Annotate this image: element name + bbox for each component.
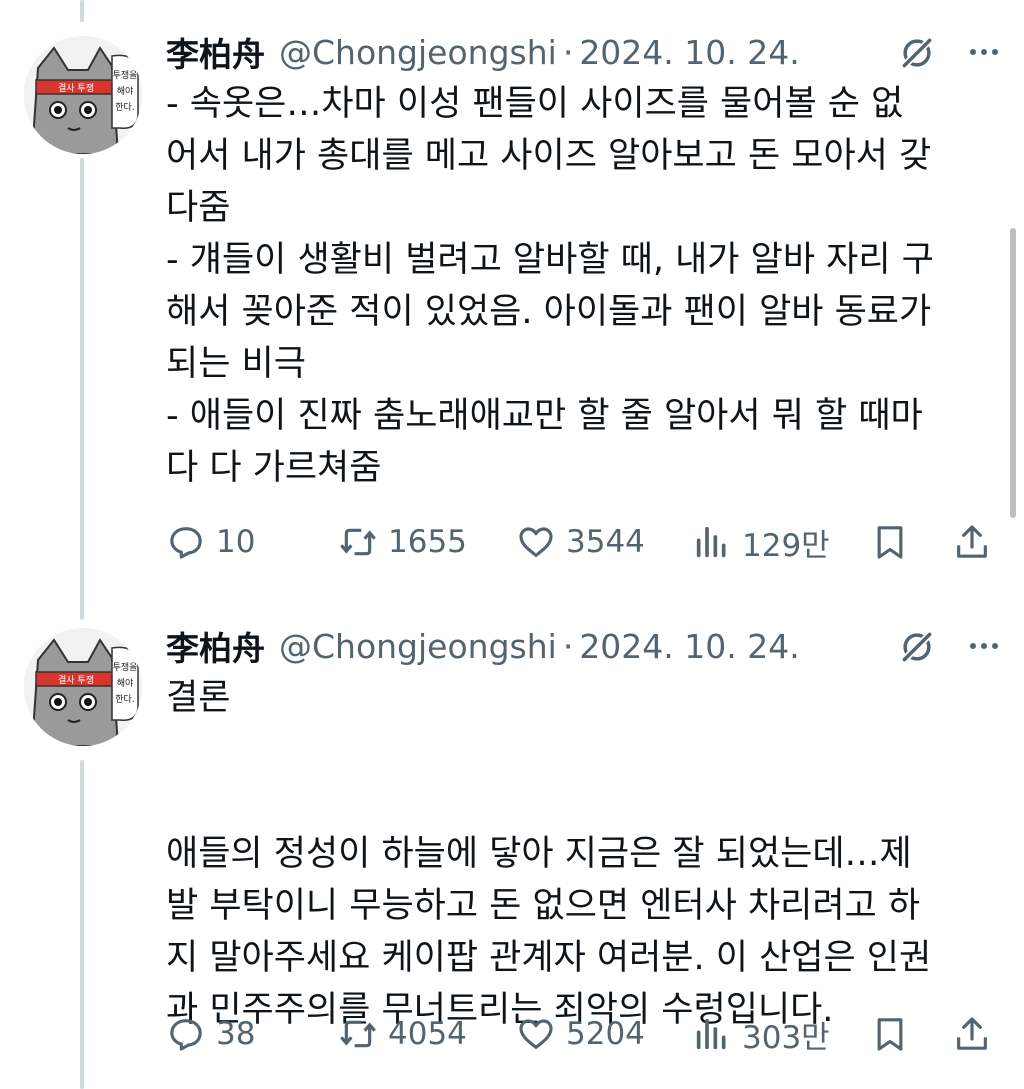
- like-count: 3544: [566, 524, 645, 560]
- share-button[interactable]: [952, 1010, 992, 1058]
- views-count: 303만: [742, 1019, 830, 1056]
- reply-count: 10: [216, 524, 256, 560]
- views-count: 129만: [742, 527, 830, 564]
- avatar-bubble-text: 해야: [117, 86, 134, 97]
- author-name[interactable]: 李柏舟: [166, 28, 265, 76]
- tweet-text: 결론 애들의 정성이 하늘에 닿아 지금은 잘 되었는데…제 발 부탁이니 무능…: [166, 672, 996, 1036]
- tweet-text-line: 애들의 정성이 하늘에 닿아 지금은 잘 되었는데…제: [166, 834, 912, 874]
- more-icon[interactable]: [966, 630, 1002, 662]
- reply-icon: [170, 1019, 202, 1051]
- heart-icon: [519, 1019, 553, 1049]
- more-icon[interactable]: [966, 36, 1002, 68]
- like-count: 5204: [566, 1016, 645, 1052]
- tweet-text-line: 다줌: [166, 188, 231, 228]
- avatar-bubble-text: 한다.: [115, 694, 134, 705]
- grok-icon[interactable]: [898, 628, 936, 666]
- share-icon: [957, 1017, 987, 1050]
- reply-button[interactable]: 38: [166, 1010, 255, 1058]
- like-button[interactable]: 5204: [516, 1010, 645, 1058]
- tweet-date[interactable]: 2024. 10. 24.: [579, 33, 799, 72]
- tweet-text-line: 되는 비극: [166, 344, 306, 384]
- avatar-bubble-text: 투쟁을: [113, 70, 138, 81]
- tweet-text-line: - 걔들이 생활비 벌려고 알바할 때, 내가 알바 자리 구: [166, 240, 934, 280]
- avatar-band-text: 결사 투쟁: [58, 675, 94, 686]
- bookmark-icon: [877, 1018, 903, 1051]
- tweet-text-line: 해서 꽂아준 적이 있었음. 아이돌과 팬이 알바 동료가: [166, 292, 932, 332]
- tweet-text: - 속옷은…차마 이성 팬들이 사이즈를 물어볼 순 없 어서 내가 총대를 메…: [166, 78, 996, 494]
- heart-icon: [519, 527, 553, 557]
- bookmark-icon: [877, 526, 903, 559]
- bookmark-button[interactable]: [870, 1010, 910, 1058]
- scrollbar-thumb[interactable]: [1010, 228, 1016, 518]
- tweet-text-line: - 애들이 진짜 춤노래애교만 할 줄 알아서 뭐 할 때마: [166, 396, 923, 436]
- share-button[interactable]: [952, 518, 992, 566]
- tweet-text-line: - 속옷은…차마 이성 팬들이 사이즈를 물어볼 순 없: [166, 84, 904, 124]
- like-button[interactable]: 3544: [516, 518, 645, 566]
- reply-count: 38: [216, 1016, 256, 1052]
- repost-count: 1655: [388, 524, 467, 560]
- repost-button[interactable]: 4054: [338, 1010, 467, 1058]
- thread-line-top: [80, 0, 84, 22]
- reply-button[interactable]: 10: [166, 518, 255, 566]
- separator-dot: ·: [562, 32, 574, 72]
- tweet-header: 李柏舟 @Chongjeongshi · 2024. 10. 24.: [166, 622, 1004, 670]
- avatar-bubble-text: 한다.: [115, 102, 134, 113]
- tweet-header: 李柏舟 @Chongjeongshi · 2024. 10. 24.: [166, 28, 1004, 76]
- avatar-bubble-text: 투쟁을: [113, 662, 138, 673]
- tweet-date[interactable]: 2024. 10. 24.: [579, 627, 799, 666]
- views-button[interactable]: 303만: [692, 1010, 830, 1058]
- views-button[interactable]: 129만: [692, 518, 830, 566]
- share-icon: [957, 525, 987, 558]
- separator-dot: ·: [562, 626, 574, 666]
- tweet[interactable]: 결사 투쟁 투쟁을 해야 한다. 李柏舟 @Chongjeongshi · 20…: [0, 622, 1024, 1082]
- tweet-actions: 10 1655 3544 129만: [166, 518, 1006, 566]
- repost-button[interactable]: 1655: [338, 518, 467, 566]
- bookmark-button[interactable]: [870, 518, 910, 566]
- reply-icon: [170, 527, 202, 559]
- tweet-text-line: 지 말아주세요 케이팝 관계자 여러분. 이 산업은 인권: [166, 938, 932, 978]
- tweet-text-line: 발 부탁이니 무능하고 돈 없으면 엔터사 차리려고 하: [166, 886, 921, 926]
- repost-icon: [340, 1020, 376, 1048]
- author-name[interactable]: 李柏舟: [166, 622, 265, 670]
- tweet-text-line: 다 다 가르쳐줌: [166, 448, 382, 488]
- tweet-text-line: [166, 776, 996, 828]
- repost-icon: [340, 528, 376, 556]
- avatar-bubble-text: 해야: [117, 678, 134, 689]
- tweet-actions: 38 4054 5204 303만: [166, 1010, 1006, 1058]
- tweet-text-line: 결론: [166, 678, 231, 718]
- tweet[interactable]: 결사 투쟁 투쟁을 해야 한다. 李柏舟 @Chongjeongshi · 20…: [0, 28, 1024, 568]
- avatar[interactable]: 결사 투쟁 투쟁을 해야 한다.: [24, 628, 142, 746]
- tweet-text-line: [166, 724, 996, 776]
- tweet-text-line: 어서 내가 총대를 메고 사이즈 알아보고 돈 모아서 갖: [166, 136, 932, 176]
- author-handle[interactable]: @Chongjeongshi: [279, 33, 557, 72]
- views-icon: [696, 1018, 726, 1050]
- avatar[interactable]: 결사 투쟁 투쟁을 해야 한다.: [24, 36, 142, 154]
- grok-icon[interactable]: [898, 34, 936, 72]
- repost-count: 4054: [388, 1016, 467, 1052]
- avatar-band-text: 결사 투쟁: [58, 83, 94, 94]
- views-icon: [696, 526, 726, 558]
- author-handle[interactable]: @Chongjeongshi: [279, 627, 557, 666]
